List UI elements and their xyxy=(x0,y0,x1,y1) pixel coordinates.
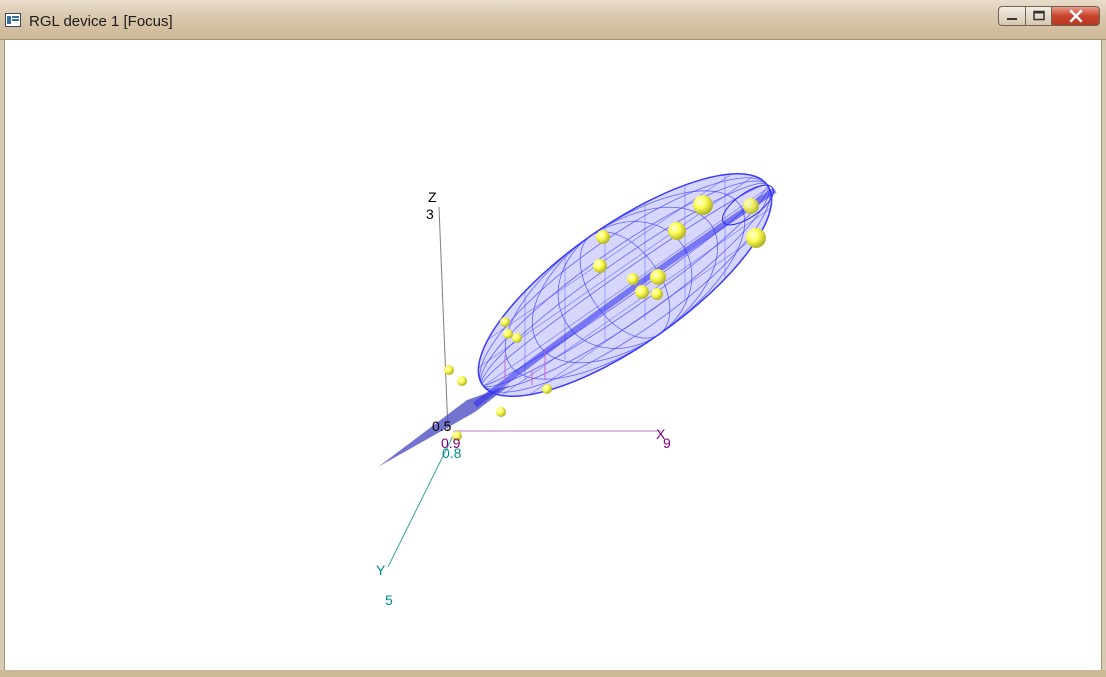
y-axis-label: Y xyxy=(376,562,386,578)
minimize-button[interactable] xyxy=(998,6,1026,26)
minimize-icon xyxy=(1007,18,1017,20)
z-axis-label: Z xyxy=(428,189,437,205)
z-axis-max-tick: 3 xyxy=(426,206,434,222)
z-axis-min-tick: 0.5 xyxy=(432,418,452,434)
close-icon xyxy=(1069,9,1082,23)
rgl-window-icon xyxy=(5,13,21,27)
3d-ellipsoid-plot[interactable]: Z 3 0.5 X 9 0.9 0.8 Y 5 xyxy=(5,40,1103,670)
z-axis-line xyxy=(438,206,449,432)
y-axis-min-tick: 0.8 xyxy=(442,445,462,461)
x-axis-max-tick: 9 xyxy=(663,435,671,451)
window-bottom-border xyxy=(0,670,1106,677)
window-controls xyxy=(998,6,1100,28)
rgl-canvas[interactable]: Z 3 0.5 X 9 0.9 0.8 Y 5 xyxy=(4,40,1102,670)
ellipsoid-wireframe xyxy=(464,164,781,413)
window-title: RGL device 1 [Focus] xyxy=(29,13,173,30)
title-bar[interactable]: RGL device 1 [Focus] xyxy=(0,0,1106,40)
maximize-button[interactable] xyxy=(1026,6,1052,26)
rgl-window: RGL device 1 [Focus] Z 3 0.5 X 9 0.9 0.8… xyxy=(0,0,1106,677)
maximize-icon xyxy=(1032,10,1045,21)
close-button[interactable] xyxy=(1052,6,1100,26)
y-axis-max-tick: 5 xyxy=(385,592,393,608)
